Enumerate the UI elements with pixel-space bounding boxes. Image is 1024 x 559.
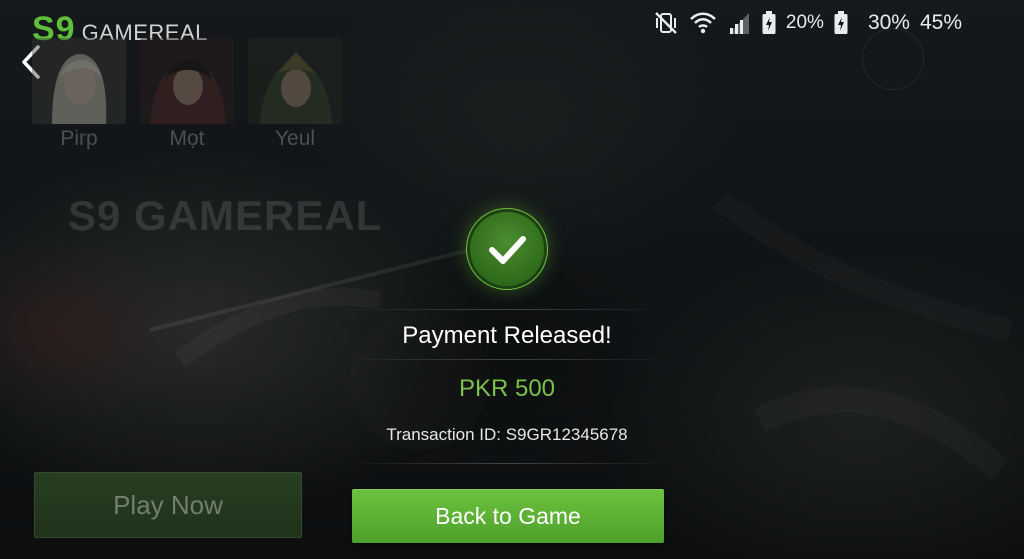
character-name: Mọt (169, 127, 205, 150)
payment-amount: PKR 500 (458, 375, 556, 402)
play-now-button[interactable]: Play Now (34, 472, 302, 538)
signal-icon (728, 13, 749, 34)
wifi-icon (689, 12, 716, 34)
character-name: Pirp (60, 127, 98, 150)
transaction-id: Transaction ID: S9GR12345678 (386, 425, 628, 444)
character-portrait (248, 38, 342, 124)
character-card[interactable]: Mọt (140, 38, 234, 151)
vibrate-off-icon (655, 12, 677, 34)
character-name: Yeul (274, 127, 316, 150)
divider (342, 463, 672, 464)
decorative-ring (862, 28, 924, 90)
divider (342, 359, 672, 360)
battery-charging-icon (762, 11, 776, 34)
divider (342, 309, 672, 310)
character-card[interactable]: Pirp (32, 38, 126, 151)
status-bar: 20% 30% 45% (648, 8, 966, 38)
battery-icon (834, 11, 848, 34)
back-to-game-button[interactable]: Back to Game (352, 489, 664, 543)
status-extra-percent: 45% (919, 11, 962, 34)
character-portrait (32, 38, 126, 124)
checkmark-icon (470, 212, 544, 286)
dialog-title: Payment Released! (402, 322, 612, 349)
character-portrait (140, 38, 234, 124)
battery-percent-1: 20% (785, 12, 824, 33)
game-screen: S9 GAMEREAL 20% 30% 45% Pirp Mọt Yeul S9… (0, 0, 1024, 559)
character-list: Pirp Mọt Yeul (32, 38, 342, 151)
character-card[interactable]: Yeul (248, 38, 342, 151)
